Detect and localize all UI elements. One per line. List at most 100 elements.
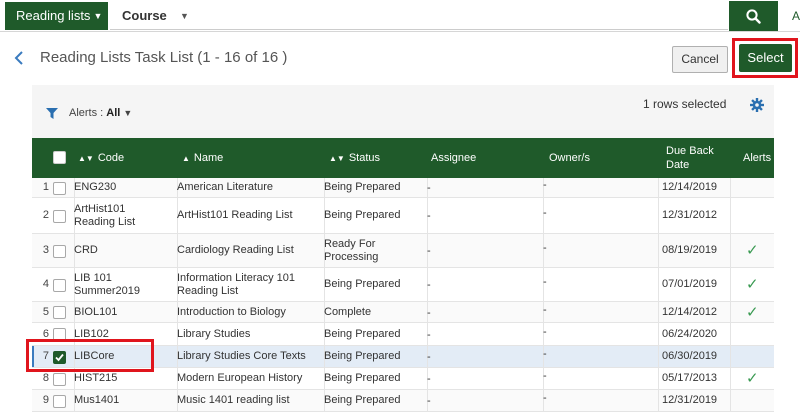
table-row[interactable]: 9 Mus1401 Music 1401 reading list Being Pre… [32,390,774,412]
row-checkbox[interactable] [53,306,66,319]
sort-icon: ▲▼ [78,153,94,163]
row-assignee: - [427,182,431,194]
sort-icon: ▲▼ [329,153,345,163]
back-chevron-icon[interactable] [13,50,25,66]
row-owners: - [543,348,547,360]
column-divider [658,234,659,267]
table-row[interactable]: 2 ArtHist101 Reading List ArtHist101 Readi… [32,198,774,234]
column-header-status-label: Status [348,152,381,164]
row-assignee: - [427,329,431,341]
search-icon [746,9,761,24]
search-button[interactable] [729,1,778,31]
column-divider [658,346,659,367]
column-header-due-label-1: Due Back [666,145,714,157]
row-checkbox[interactable] [53,395,66,408]
row-assignee: - [427,279,431,291]
table-row[interactable]: 5 BIOL101 Introduction to Biology Complete -… [32,302,774,323]
column-divider [730,323,731,345]
row-owners: - [543,242,547,254]
row-owners: - [543,392,547,404]
row-due-date: 12/31/2012 [662,209,718,221]
row-alert-checkmark-icon: ✓ [746,303,759,321]
row-name: Cardiology Reading List [177,244,294,256]
row-name: Library Studies [177,327,251,340]
search-input[interactable] [200,5,720,27]
row-status: Being Prepared [324,181,401,193]
row-alert-checkmark-icon: ✓ [746,276,759,293]
column-divider [730,198,731,233]
caret-down-icon: ▼ [123,108,133,118]
row-name: American Literature [177,181,273,193]
row-assignee: - [427,210,431,222]
row-name: Information Literacy 101 Reading List [177,271,296,297]
row-assignee: - [427,351,431,363]
cancel-button[interactable]: Cancel [672,46,728,73]
search-field: Course ▼ [110,2,728,30]
row-checkbox[interactable] [53,373,66,386]
row-name: Library Studies Core Texts [177,350,306,362]
row-status: Being Prepared [324,350,401,362]
row-alert-checkmark-icon: ✓ [746,370,759,387]
column-header-name-label: Name [193,152,224,164]
row-checkbox[interactable] [53,245,66,258]
row-code: ArtHist101 Reading List [74,202,136,228]
row-assignee: - [427,395,431,407]
alerts-filter-value: All [106,107,121,119]
search-type-dropdown[interactable]: Course ▼ [122,2,189,30]
column-header-owners[interactable]: Owner/s [549,138,590,178]
alerts-filter-label: Alerts : [69,107,104,119]
row-due-date: 08/19/2019 [662,244,718,256]
table-row[interactable]: 3 CRD Cardiology Reading List Ready For Pro… [32,234,774,268]
advanced-search-link[interactable]: A [792,9,800,23]
column-divider [730,346,731,367]
row-assignee: - [427,245,431,257]
column-header-due-back-date[interactable]: Due Back Date [666,138,714,178]
row-name: Introduction to Biology [177,305,286,318]
column-header-code[interactable]: ▲▼ Code [78,138,124,178]
row-number: 3 [42,244,49,256]
rows-selected-count: 1 rows selected [643,97,727,111]
row-status: Being Prepared [324,209,401,221]
page-title: Reading Lists Task List (1 - 16 of 16 ) [40,49,288,66]
column-divider [730,302,731,322]
row-number: 4 [42,278,49,290]
column-divider [730,268,731,301]
row-checkbox[interactable] [53,279,66,292]
gear-icon[interactable] [750,98,764,112]
row-7-highlight [26,339,154,372]
search-scope-dropdown[interactable]: Reading lists ▼ [5,2,108,30]
row-name: Modern European History [177,372,303,384]
filter-icon[interactable] [46,108,58,119]
row-due-date: 06/30/2019 [662,350,718,362]
row-due-date: 12/14/2019 [662,181,718,193]
column-divider [658,198,659,233]
caret-down-icon: ▼ [93,11,103,21]
table-row[interactable]: 1 ENG230 American Literature Being Prepared… [32,178,774,198]
row-status: Being Prepared [324,278,401,290]
search-type-label: Course [122,8,167,23]
alerts-filter[interactable]: Alerts : All ▼ [69,107,132,119]
sort-ascending-icon: ▲ [182,153,190,163]
row-checkbox[interactable] [53,182,66,195]
row-status: Being Prepared [324,327,401,340]
row-due-date: 06/24/2020 [662,327,718,340]
row-assignee: - [427,373,431,385]
table-row[interactable]: 4 LIB 101 Summer2019 Information Literacy … [32,268,774,302]
column-header-assignee[interactable]: Assignee [431,138,476,178]
top-search-bar: Reading lists ▼ Course ▼ A [0,0,800,32]
row-checkbox[interactable] [53,210,66,223]
row-status: Ready For Processing [324,237,379,263]
search-scope-label: Reading lists [16,8,91,23]
row-code: CRD [74,244,98,256]
column-header-name[interactable]: ▲ Name [182,138,223,178]
column-divider [658,268,659,301]
row-assignee: - [427,307,431,319]
row-owners: - [543,370,547,382]
table-header: ▲▼ Code ▲ Name ▲▼ Status Assignee Owner/s D… [32,138,774,178]
row-code: BIOL101 [74,305,118,318]
select-all-checkbox[interactable] [53,151,66,164]
column-header-alerts[interactable]: Alerts [743,138,771,178]
column-divider [730,178,731,197]
select-button-highlight [732,38,798,78]
column-header-status[interactable]: ▲▼ Status [329,138,380,178]
